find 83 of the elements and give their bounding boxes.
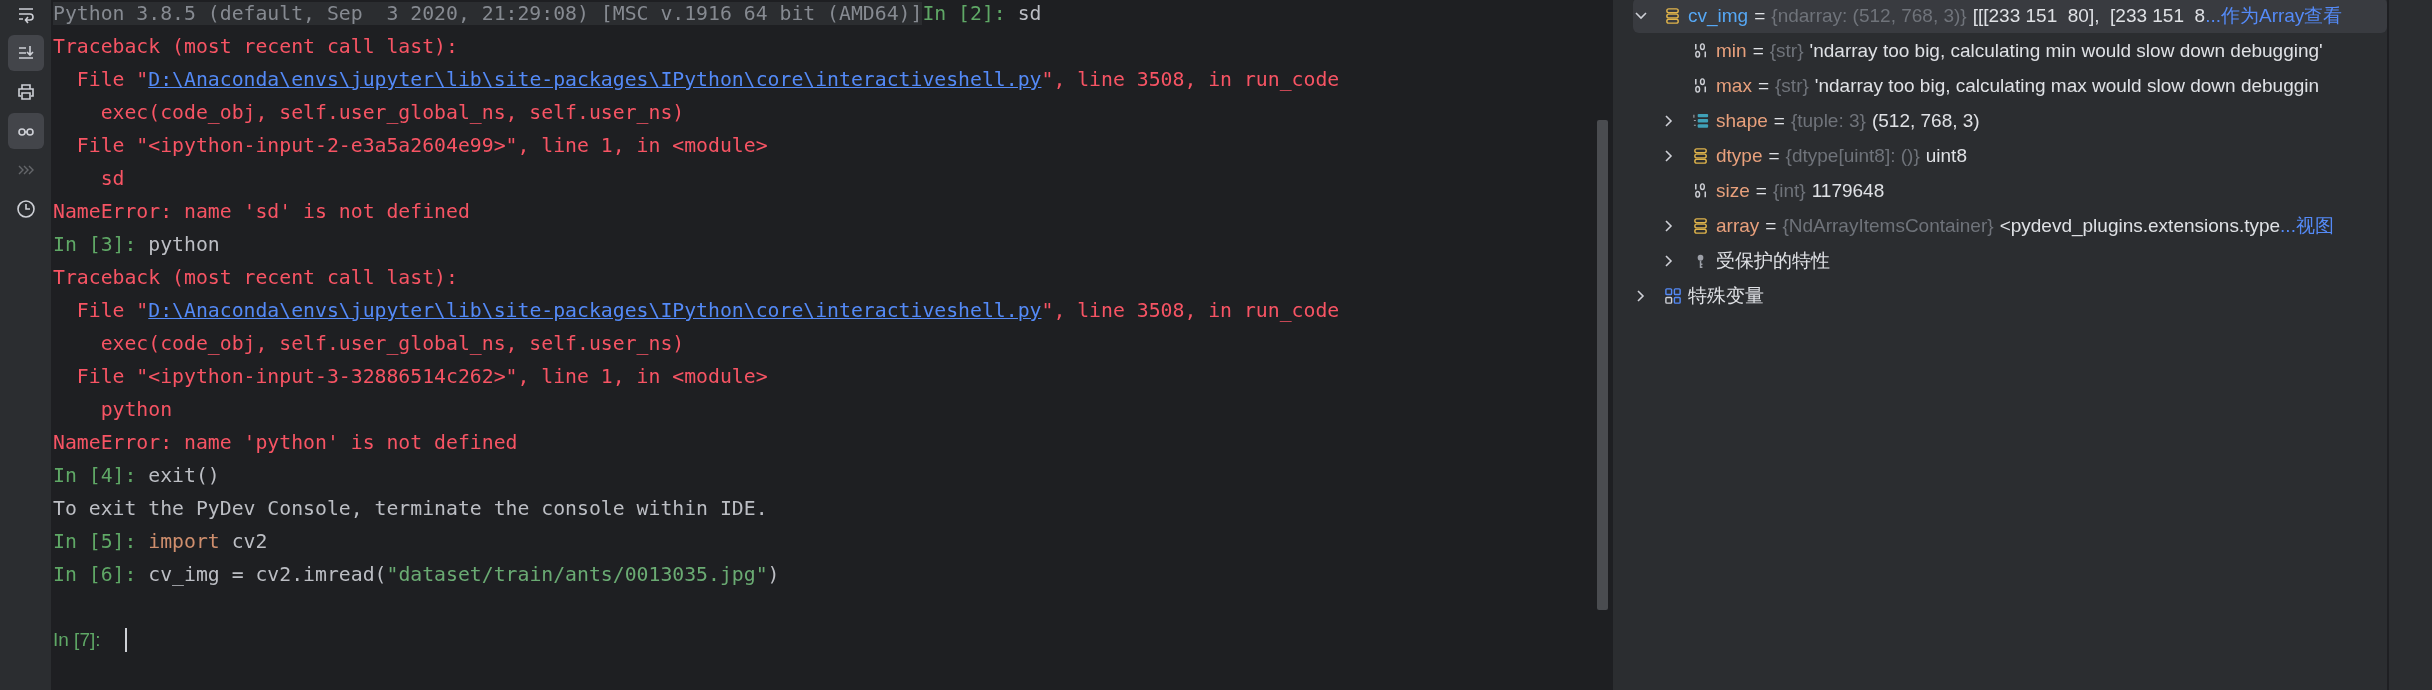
equals-sign: = bbox=[1752, 39, 1764, 62]
text-cursor bbox=[124, 627, 127, 652]
error-text: sd bbox=[99, 167, 125, 190]
variable-name: array bbox=[1716, 214, 1760, 237]
scroll-to-end-button[interactable] bbox=[7, 35, 44, 71]
error-text: File "<ipython-input-3-32886514c262>", line 1, in <module> bbox=[75, 365, 768, 388]
variable-row[interactable]: min = {str} 'ndarray too big, calculating min would slow down debugging' bbox=[1633, 33, 2387, 68]
variable-type: {dtype[uint8]: ()} bbox=[1785, 144, 1920, 167]
input-code: ) bbox=[767, 563, 780, 586]
variable-type: {ndarray: (512, 768, 3)} bbox=[1771, 4, 1967, 27]
variable-name: cv_img bbox=[1688, 4, 1749, 27]
equals-sign: = bbox=[1765, 214, 1777, 237]
keyword-text: import bbox=[148, 530, 220, 553]
variable-value: [[[233 151 80], [233 151 8 bbox=[1972, 4, 2206, 27]
stack-icon bbox=[1664, 6, 1682, 25]
variable-value: 1179648 bbox=[1811, 179, 1885, 202]
equals-sign: = bbox=[1755, 179, 1767, 202]
prompt-label: In [5]: bbox=[53, 530, 138, 553]
variable-name: max bbox=[1716, 74, 1752, 97]
error-text: NameError: name 'python' is not defined bbox=[53, 431, 518, 454]
variable-name: dtype bbox=[1716, 144, 1763, 167]
error-text: File " bbox=[75, 68, 149, 91]
list-icon bbox=[1692, 111, 1710, 130]
input-code: sd bbox=[1017, 2, 1042, 25]
variable-value: (512, 768, 3) bbox=[1871, 109, 1980, 132]
banner-text: Python 3.8.5 (default, Sep 3 2020, 21:29:08) [MSC v.1916 64 bit (AMD64)] bbox=[53, 2, 923, 25]
variable-type: {int} bbox=[1772, 179, 1806, 202]
error-text: exec(code_obj, self.user_global_ns, self.user_ns) bbox=[99, 332, 685, 355]
variable-value: <pydevd_plugins.extensions.type bbox=[1999, 214, 2281, 237]
file-link[interactable]: D:\Anaconda\envs\jupyter\lib\site-packages\IPython\core\interactiveshell.py bbox=[148, 68, 1042, 91]
prompt-label: In [4]: bbox=[53, 464, 138, 487]
error-text: Traceback (most recent call last): bbox=[53, 35, 458, 58]
variable-type: {NdArrayItemsContainer} bbox=[1782, 214, 1994, 237]
clock-icon bbox=[15, 199, 36, 219]
glasses-button[interactable] bbox=[7, 113, 44, 149]
variable-value: 'ndarray too big, calculating min would slow down debugging' bbox=[1809, 39, 2323, 62]
variable-type: {tuple: 3} bbox=[1790, 109, 1866, 132]
error-text: NameError: name 'sd' is not defined bbox=[53, 200, 470, 223]
variable-name: 受保护的特性 bbox=[1716, 248, 1830, 273]
input-code: cv_img = cv2.imread( bbox=[148, 563, 387, 586]
variable-name: 特殊变量 bbox=[1688, 283, 1764, 308]
variable-value: 'ndarray too big, calculating max would slow down debuggin bbox=[1814, 74, 2320, 97]
prompt-label: In [3]: bbox=[53, 233, 138, 256]
input-code: exit() bbox=[148, 464, 220, 487]
variable-row[interactable]: dtype = {dtype[uint8]: ()} uint8 bbox=[1633, 138, 2387, 173]
error-text: exec(code_obj, self.user_global_ns, self.user_ns) bbox=[99, 101, 685, 124]
variable-row[interactable]: cv_img = {ndarray: (512, 768, 3)} [[[233 151 80], [233 151 8...作为Array查看 bbox=[1633, 0, 2387, 33]
input-code: cv2 bbox=[230, 530, 268, 553]
variable-type: {str} bbox=[1769, 39, 1804, 62]
variable-name: size bbox=[1716, 179, 1750, 202]
variable-row[interactable]: 受保护的特性 bbox=[1633, 243, 2387, 278]
error-text: Traceback (most recent call last): bbox=[53, 266, 458, 289]
string-literal: "dataset/train/ants/0013035.jpg" bbox=[386, 563, 768, 586]
variable-row[interactable]: size = {int} 1179648 bbox=[1633, 173, 2387, 208]
variable-row[interactable]: 特殊变量 bbox=[1633, 278, 2387, 313]
variable-row[interactable]: shape = {tuple: 3} (512, 768, 3) bbox=[1633, 103, 2387, 138]
variable-name: shape bbox=[1716, 109, 1768, 132]
variable-type: {str} bbox=[1775, 74, 1809, 97]
prompt-label: In [6]: bbox=[53, 563, 138, 586]
error-text: python bbox=[99, 398, 173, 421]
prompt-label: In [7]: bbox=[53, 628, 101, 651]
output-text: To exit the PyDev Console, terminate the console within IDE. bbox=[53, 497, 768, 520]
equals-sign: = bbox=[1757, 74, 1769, 97]
prompt-label: In [2]: bbox=[922, 2, 1007, 25]
scrollbar[interactable] bbox=[1597, 120, 1608, 610]
equals-sign: = bbox=[1768, 144, 1780, 167]
variable-row[interactable]: array = {NdArrayItemsContainer} <pydevd_plugins.extensions.type...视图 bbox=[1633, 208, 2387, 243]
error-text: File "<ipython-input-2-e3a5a2604e99>", line 1, in <module> bbox=[75, 134, 768, 157]
stack-icon bbox=[1692, 216, 1710, 235]
file-link[interactable]: D:\Anaconda\envs\jupyter\lib\site-packages\IPython\core\interactiveshell.py bbox=[148, 299, 1042, 322]
variable-value: uint8 bbox=[1925, 144, 1967, 167]
stack-icon bbox=[1692, 146, 1710, 165]
equals-sign: = bbox=[1773, 109, 1785, 132]
variable-name: min bbox=[1716, 39, 1747, 62]
view-link[interactable]: ...视图 bbox=[2280, 212, 2334, 239]
error-text: File " bbox=[75, 299, 149, 322]
print-icon bbox=[15, 82, 36, 102]
error-text: ", line 3508, in run_code bbox=[1041, 299, 1340, 322]
error-text: ", line 3508, in run_code bbox=[1041, 68, 1340, 91]
variable-row[interactable]: max = {str} 'ndarray too big, calculating max would slow down debuggin bbox=[1633, 68, 2387, 103]
input-code: python bbox=[148, 233, 220, 256]
grid-icon bbox=[1664, 286, 1682, 305]
equals-sign: = bbox=[1754, 4, 1766, 27]
